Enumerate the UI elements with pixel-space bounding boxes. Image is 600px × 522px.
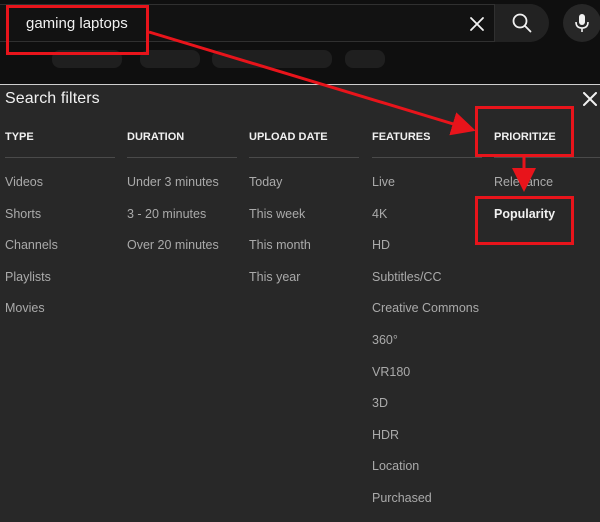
filter-group-header: PRIORITIZE — [494, 129, 600, 158]
filter-chip — [345, 50, 385, 68]
filter-option-movies[interactable]: Movies — [5, 300, 115, 332]
microphone-icon — [575, 14, 589, 32]
filter-option-playlists[interactable]: Playlists — [5, 269, 115, 301]
filter-option-3-20-minutes[interactable]: 3 - 20 minutes — [127, 206, 237, 238]
filter-group-header: DURATION — [127, 129, 237, 158]
filter-group-type: TYPE Videos Shorts Channels Playlists Mo… — [5, 129, 115, 332]
filter-group-header: TYPE — [5, 129, 115, 158]
filter-option-location[interactable]: Location — [372, 458, 482, 490]
filter-option-live[interactable]: Live — [372, 174, 482, 206]
filter-option-relevance[interactable]: Relevance — [494, 174, 600, 206]
search-box — [0, 4, 549, 42]
filter-group-features: FEATURES Live 4K HD Subtitles/CC Creativ… — [372, 129, 482, 522]
close-icon — [470, 17, 484, 31]
filter-option-over-20-minutes[interactable]: Over 20 minutes — [127, 237, 237, 269]
filter-option-subtitles-cc[interactable]: Subtitles/CC — [372, 269, 482, 301]
filter-option-vr180[interactable]: VR180 — [372, 364, 482, 396]
filter-option-channels[interactable]: Channels — [5, 237, 115, 269]
filter-option-hd[interactable]: HD — [372, 237, 482, 269]
search-button[interactable] — [494, 4, 549, 42]
filter-option-purchased[interactable]: Purchased — [372, 490, 482, 522]
filter-option-videos[interactable]: Videos — [5, 174, 115, 206]
filter-chip — [52, 50, 122, 68]
filter-option-4k[interactable]: 4K — [372, 206, 482, 238]
close-filters-button[interactable] — [580, 89, 600, 109]
filter-group-upload-date: UPLOAD DATE Today This week This month T… — [249, 129, 359, 300]
search-input[interactable] — [6, 12, 466, 34]
filter-option-shorts[interactable]: Shorts — [5, 206, 115, 238]
filter-option-3d[interactable]: 3D — [372, 395, 482, 427]
filter-option-360[interactable]: 360° — [372, 332, 482, 364]
filter-option-this-week[interactable]: This week — [249, 206, 359, 238]
panel-title: Search filters — [5, 90, 100, 107]
filter-option-this-year[interactable]: This year — [249, 269, 359, 301]
filter-chip — [212, 50, 332, 68]
filter-group-prioritize: PRIORITIZE Relevance Popularity — [494, 129, 600, 237]
filter-group-header: UPLOAD DATE — [249, 129, 359, 158]
filter-option-this-month[interactable]: This month — [249, 237, 359, 269]
filter-option-popularity[interactable]: Popularity — [494, 206, 600, 238]
close-icon — [583, 92, 597, 106]
filter-group-header: FEATURES — [372, 129, 482, 158]
clear-search-button[interactable] — [462, 9, 492, 39]
masthead — [0, 0, 600, 84]
filter-group-duration: DURATION Under 3 minutes 3 - 20 minutes … — [127, 129, 237, 269]
filter-option-hdr[interactable]: HDR — [372, 427, 482, 459]
filter-option-today[interactable]: Today — [249, 174, 359, 206]
voice-search-button[interactable] — [563, 4, 600, 42]
search-filters-panel: Search filters TYPE Videos Shorts Channe… — [0, 84, 600, 511]
filter-chip — [140, 50, 200, 68]
search-icon — [512, 13, 532, 33]
filter-option-under-3-minutes[interactable]: Under 3 minutes — [127, 174, 237, 206]
filter-option-creative-commons[interactable]: Creative Commons — [372, 300, 482, 332]
